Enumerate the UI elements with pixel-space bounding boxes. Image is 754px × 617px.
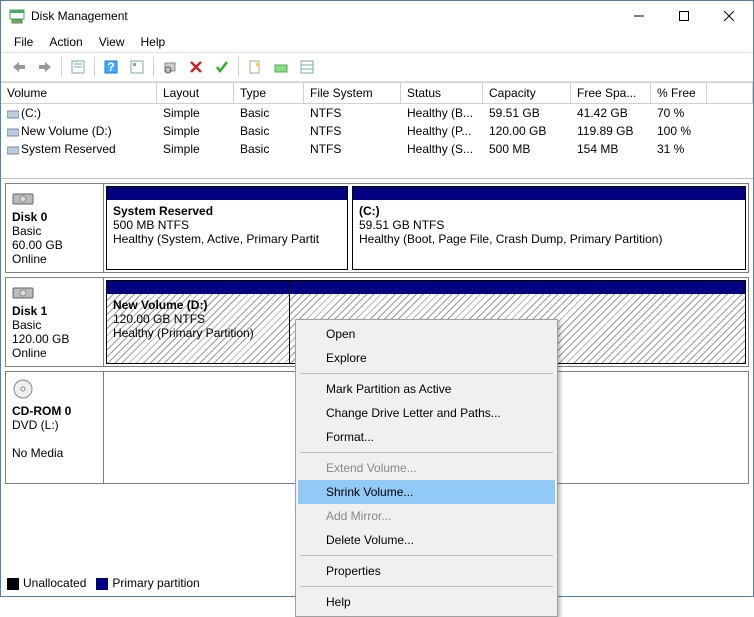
ctx-delete[interactable]: Delete Volume... xyxy=(298,528,555,552)
toolbar: ? xyxy=(1,52,753,82)
refresh-icon[interactable] xyxy=(158,55,182,79)
minimize-button[interactable] xyxy=(616,2,661,31)
cd-drive: DVD (L:) xyxy=(12,418,97,432)
partition-c[interactable]: (C:) 59.51 GB NTFS Healthy (Boot, Page F… xyxy=(352,186,746,270)
list-icon[interactable] xyxy=(295,55,319,79)
legend: Unallocated Primary partition xyxy=(7,576,200,590)
forward-button[interactable] xyxy=(33,55,57,79)
ctx-shrink[interactable]: Shrink Volume... xyxy=(298,480,555,504)
volume-row[interactable]: System ReservedSimpleBasicNTFSHealthy (S… xyxy=(1,140,753,158)
col-status[interactable]: Status xyxy=(401,83,483,103)
ctx-format[interactable]: Format... xyxy=(298,425,555,449)
properties-icon[interactable] xyxy=(66,55,90,79)
menu-action[interactable]: Action xyxy=(42,33,89,51)
maximize-button[interactable] xyxy=(661,2,706,31)
disk-size: 60.00 GB xyxy=(12,238,97,252)
ctx-mirror: Add Mirror... xyxy=(298,504,555,528)
col-type[interactable]: Type xyxy=(234,83,304,103)
ctx-extend: Extend Volume... xyxy=(298,456,555,480)
menu-bar: File Action View Help xyxy=(1,31,753,52)
menu-view[interactable]: View xyxy=(92,33,132,51)
volume-icon[interactable] xyxy=(269,55,293,79)
cd-state: No Media xyxy=(12,446,97,460)
col-capacity[interactable]: Capacity xyxy=(483,83,571,103)
new-icon[interactable] xyxy=(243,55,267,79)
app-icon xyxy=(9,8,25,24)
titlebar: Disk Management xyxy=(1,1,753,31)
disk-name: Disk 1 xyxy=(12,304,97,318)
col-spare xyxy=(707,83,753,103)
disk-name: Disk 0 xyxy=(12,210,97,224)
ctx-mark-active[interactable]: Mark Partition as Active xyxy=(298,377,555,401)
apply-icon[interactable] xyxy=(210,55,234,79)
col-volume[interactable]: Volume xyxy=(1,83,157,103)
help-icon[interactable]: ? xyxy=(99,55,123,79)
ctx-open[interactable]: Open xyxy=(298,322,555,346)
ctx-help[interactable]: Help xyxy=(298,590,555,614)
disk-type: Basic xyxy=(12,318,97,332)
volume-list: Volume Layout Type File System Status Ca… xyxy=(1,82,753,179)
disk-icon xyxy=(12,190,34,206)
context-menu: Open Explore Mark Partition as Active Ch… xyxy=(295,319,558,617)
partition-d-selected[interactable]: New Volume (D:) 120.00 GB NTFS Healthy (… xyxy=(106,280,290,364)
ctx-explore[interactable]: Explore xyxy=(298,346,555,370)
disk-0[interactable]: Disk 0 Basic 60.00 GB Online System Rese… xyxy=(5,183,749,273)
disk-type: Basic xyxy=(12,224,97,238)
back-button[interactable] xyxy=(7,55,31,79)
window-title: Disk Management xyxy=(31,9,616,23)
cdrom-icon xyxy=(12,378,34,400)
col-pctfree[interactable]: % Free xyxy=(651,83,707,103)
column-headers[interactable]: Volume Layout Type File System Status Ca… xyxy=(1,82,753,104)
menu-file[interactable]: File xyxy=(7,33,40,51)
ctx-change-letter[interactable]: Change Drive Letter and Paths... xyxy=(298,401,555,425)
disk-size: 120.00 GB xyxy=(12,332,97,346)
col-free[interactable]: Free Spa... xyxy=(571,83,651,103)
disk-state: Online xyxy=(12,252,97,266)
col-fs[interactable]: File System xyxy=(304,83,401,103)
col-layout[interactable]: Layout xyxy=(157,83,234,103)
close-button[interactable] xyxy=(706,2,751,31)
volume-row[interactable]: New Volume (D:)SimpleBasicNTFSHealthy (P… xyxy=(1,122,753,140)
menu-help[interactable]: Help xyxy=(134,33,173,51)
delete-icon[interactable] xyxy=(184,55,208,79)
settings-icon[interactable] xyxy=(125,55,149,79)
svg-text:?: ? xyxy=(107,60,114,74)
disk-icon xyxy=(12,284,34,300)
partition-system-reserved[interactable]: System Reserved 500 MB NTFS Healthy (Sys… xyxy=(106,186,348,270)
volume-row[interactable]: (C:)SimpleBasicNTFSHealthy (B...59.51 GB… xyxy=(1,104,753,122)
disk-state: Online xyxy=(12,346,97,360)
ctx-properties[interactable]: Properties xyxy=(298,559,555,583)
cd-name: CD-ROM 0 xyxy=(12,404,97,418)
